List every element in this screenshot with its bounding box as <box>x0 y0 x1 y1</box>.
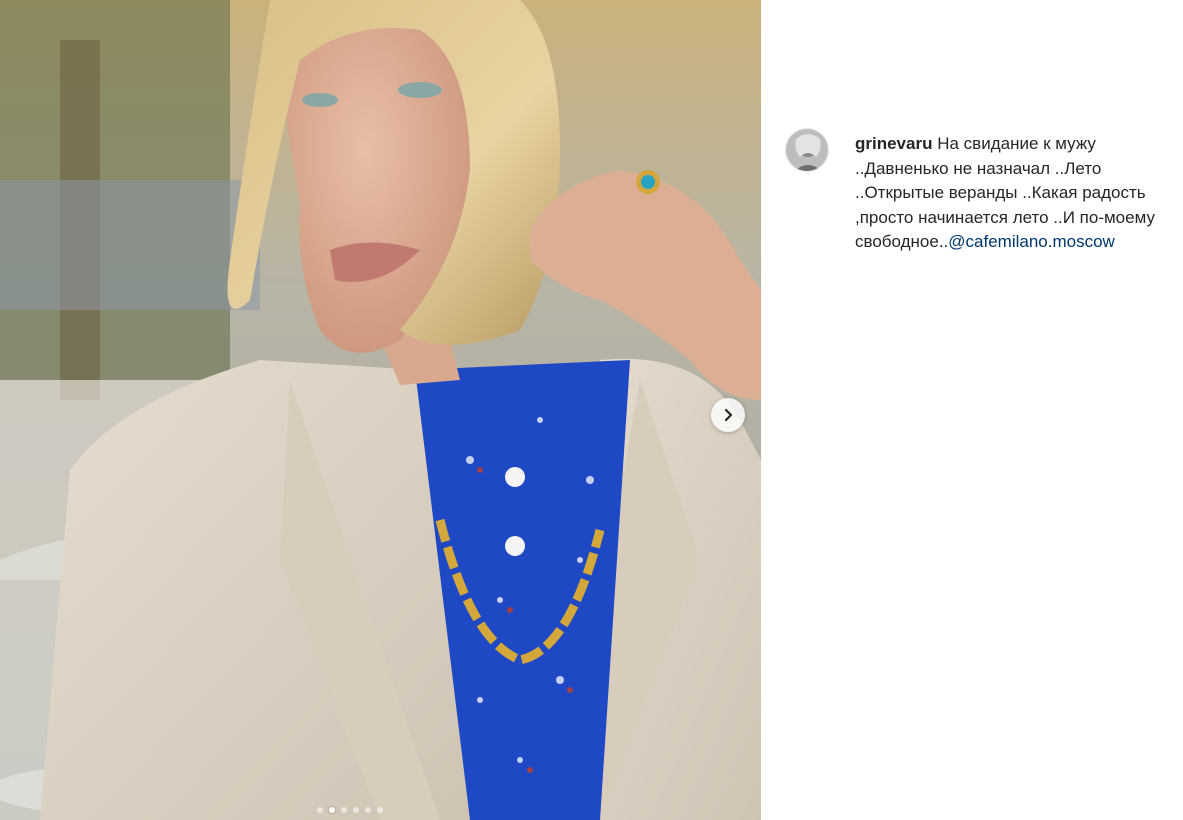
chevron-right-icon <box>724 408 733 422</box>
carousel-dot <box>352 807 359 813</box>
post-caption-panel: grinevaru На свидание к мужу ..Давненько… <box>761 0 1183 820</box>
post-photo <box>0 0 761 820</box>
carousel-dot-active <box>328 807 335 813</box>
carousel-indicator <box>0 807 730 813</box>
carousel-dot <box>340 807 347 813</box>
instagram-post: grinevaru На свидание к мужу ..Давненько… <box>0 0 1183 820</box>
post-caption: grinevaru На свидание к мужу ..Давненько… <box>855 132 1181 255</box>
avatar-image <box>786 129 828 171</box>
carousel-dot <box>376 807 383 813</box>
post-photo-carousel[interactable] <box>0 0 761 820</box>
mention-link[interactable]: @cafemilano.moscow <box>948 232 1115 251</box>
next-slide-button[interactable] <box>711 398 745 432</box>
carousel-dot <box>316 807 323 813</box>
user-avatar[interactable] <box>785 128 829 172</box>
carousel-dot <box>364 807 371 813</box>
username-link[interactable]: grinevaru <box>855 134 932 153</box>
